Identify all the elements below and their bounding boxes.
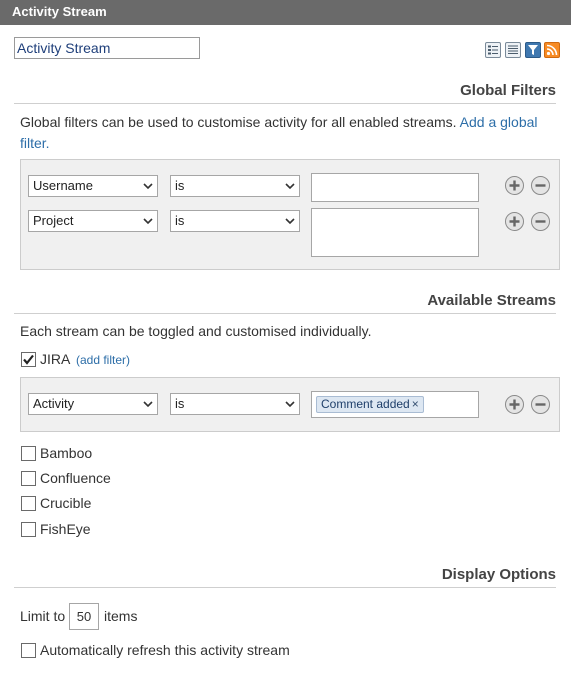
filter-value-input[interactable] <box>311 173 479 202</box>
stream-title-input[interactable]: Activity Stream <box>14 37 200 59</box>
rss-feed-icon[interactable] <box>544 42 560 58</box>
limit-prefix-label: Limit to <box>20 608 66 624</box>
filter-operator-select[interactable]: is <box>170 175 300 197</box>
stream-checkbox-confluence[interactable] <box>21 471 36 486</box>
auto-refresh-label: Automatically refresh this activity stre… <box>40 642 290 658</box>
plus-icon <box>509 180 520 191</box>
stream-checkbox-crucible[interactable] <box>21 496 36 511</box>
display-options-heading: Display Options <box>14 566 556 588</box>
plus-icon <box>509 399 520 410</box>
remove-tag-icon[interactable]: × <box>412 397 419 411</box>
selected-value-tag: Comment added × <box>316 396 424 413</box>
chevron-down-icon <box>143 401 153 408</box>
chevron-down-icon <box>285 218 295 225</box>
jira-add-filter-link[interactable]: (add filter) <box>76 353 130 367</box>
minus-icon <box>535 184 546 187</box>
list-view-icon[interactable] <box>505 42 521 58</box>
available-streams-description: Each stream can be toggled and customise… <box>20 323 372 339</box>
remove-filter-row-button[interactable] <box>531 212 550 231</box>
jira-filter-operator-select[interactable]: is <box>170 393 300 415</box>
stream-label-bamboo: Bamboo <box>40 445 93 461</box>
limit-items-input[interactable]: 50 <box>69 603 99 630</box>
add-filter-row-button[interactable] <box>505 176 524 195</box>
gadget-title-bar: Activity Stream <box>0 0 571 25</box>
stream-label-confluence: Confluence <box>40 470 111 486</box>
minus-icon <box>535 403 546 406</box>
remove-filter-row-button[interactable] <box>531 176 550 195</box>
filter-field-select[interactable]: Project <box>28 210 158 232</box>
jira-filter-field-select[interactable]: Activity <box>28 393 158 415</box>
add-filter-row-button[interactable] <box>505 212 524 231</box>
gadget-title: Activity Stream <box>12 4 107 19</box>
minus-icon <box>535 220 546 223</box>
global-filters-heading: Global Filters <box>14 82 556 104</box>
stream-label-fisheye: FishEye <box>40 521 91 537</box>
auto-refresh-checkbox[interactable] <box>21 643 36 658</box>
chevron-down-icon <box>285 401 295 408</box>
global-filters-description: Global filters can be used to customise … <box>20 114 538 151</box>
available-streams-heading: Available Streams <box>14 292 556 314</box>
chevron-down-icon <box>285 183 295 190</box>
stream-checkbox-bamboo[interactable] <box>21 446 36 461</box>
stream-checkbox-jira[interactable] <box>21 352 36 367</box>
detailed-view-icon[interactable] <box>485 42 501 58</box>
limit-suffix-label: items <box>104 608 138 624</box>
chevron-down-icon <box>143 183 153 190</box>
stream-checkbox-fisheye[interactable] <box>21 522 36 537</box>
plus-icon <box>509 216 520 227</box>
chevron-down-icon <box>143 218 153 225</box>
remove-filter-row-button[interactable] <box>531 395 550 414</box>
stream-label-jira: JIRA <box>40 351 71 367</box>
stream-label-crucible: Crucible <box>40 495 92 511</box>
filter-field-select[interactable]: Username <box>28 175 158 197</box>
filter-operator-select[interactable]: is <box>170 210 300 232</box>
add-filter-row-button[interactable] <box>505 395 524 414</box>
filter-icon[interactable] <box>525 42 541 58</box>
checkmark-icon <box>23 354 34 365</box>
filter-value-input[interactable] <box>311 208 479 257</box>
